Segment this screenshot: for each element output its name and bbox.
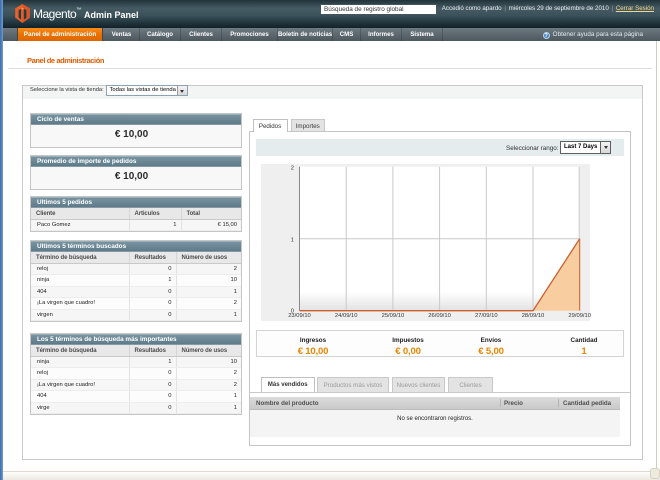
svg-text:27/09/10: 27/09/10 — [475, 313, 498, 319]
svg-text:2: 2 — [291, 166, 294, 172]
svg-text:24/09/10: 24/09/10 — [335, 313, 358, 319]
svg-text:29/09/10: 29/09/10 — [568, 313, 591, 319]
svg-text:1: 1 — [291, 238, 294, 244]
svg-text:25/09/10: 25/09/10 — [382, 313, 405, 319]
svg-text:23/09/10: 23/09/10 — [288, 313, 311, 319]
svg-text:26/09/10: 26/09/10 — [428, 313, 451, 319]
svg-text:28/09/10: 28/09/10 — [522, 313, 545, 319]
